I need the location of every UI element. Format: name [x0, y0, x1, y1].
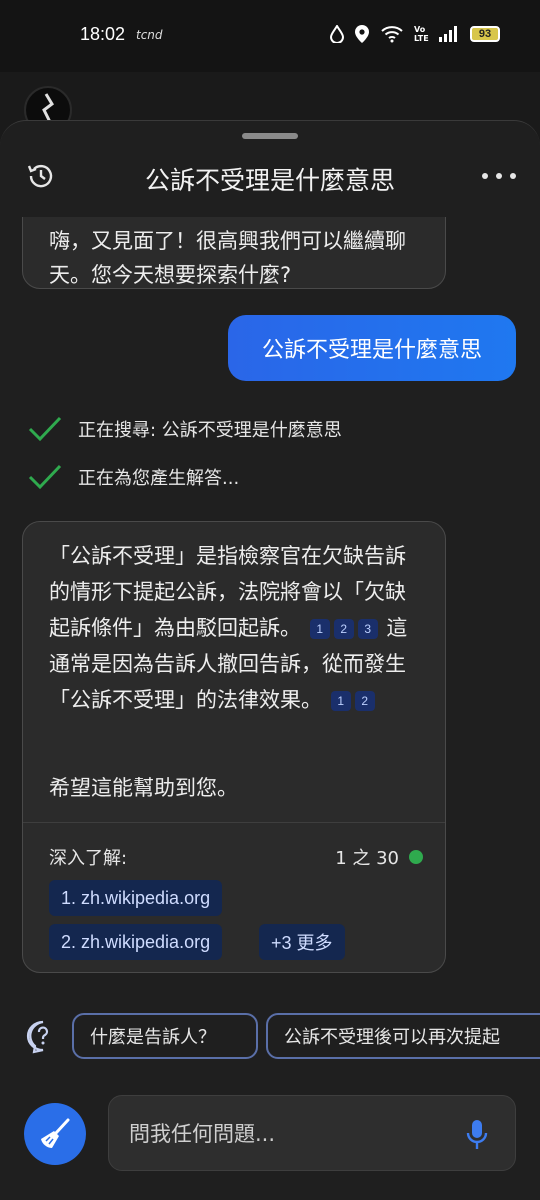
- answer-text: 「公訴不受理」是指檢察官在欠缺告訴的情形下提起公訴，法院將會以「欠缺起訴條件」為…: [49, 538, 423, 718]
- citation-badge[interactable]: 3: [357, 619, 378, 639]
- citation-badge[interactable]: 1: [330, 691, 351, 711]
- suggestion-chip-2[interactable]: 公訴不受理後可以再次提起: [266, 1013, 540, 1059]
- citation-badge[interactable]: 2: [333, 619, 354, 639]
- drag-handle[interactable]: [242, 133, 298, 139]
- bot-message-text: 嗨，又見面了！很高興我們可以繼續聊天。您今天想要探索什麼?: [49, 229, 406, 287]
- status-carrier: tcnd: [136, 28, 163, 42]
- sheet-header: 公訴不受理是什麼意思: [0, 149, 540, 205]
- mic-icon[interactable]: [465, 1118, 489, 1152]
- chat-input-box[interactable]: [108, 1095, 516, 1171]
- status-generate: 正在為您產生解答...: [28, 461, 239, 493]
- history-icon[interactable]: [26, 161, 56, 191]
- drop-icon: [330, 25, 344, 43]
- bot-message: 嗨，又見面了！很高興我們可以繼續聊天。您今天想要探索什麼?: [22, 217, 446, 289]
- chat-area[interactable]: 嗨，又見面了！很高興我們可以繼續聊天。您今天想要探索什麼? 公訴不受理是什麼意思…: [0, 217, 540, 977]
- source-link-2[interactable]: 2. zh.wikipedia.org: [49, 924, 223, 960]
- battery-icon: 93: [470, 26, 500, 42]
- learn-more-label: 深入了解:: [49, 848, 128, 869]
- suggestion-chip-1[interactable]: 什麼是告訴人？: [72, 1013, 258, 1059]
- chat-input[interactable]: [129, 1114, 449, 1154]
- user-message-text: 公訴不受理是什麼意思: [261, 338, 482, 363]
- location-icon: [355, 25, 369, 43]
- page-title: 公訴不受理是什麼意思: [144, 166, 395, 195]
- status-icons: Vo LTE 93: [330, 24, 500, 44]
- status-search-text: 正在搜尋: 公訴不受理是什麼意思: [78, 420, 342, 441]
- status-search: 正在搜尋: 公訴不受理是什麼意思: [28, 413, 342, 445]
- check-icon: [28, 464, 62, 490]
- wifi-icon: [381, 26, 403, 43]
- status-generate-text: 正在為您產生解答...: [78, 468, 240, 489]
- more-sources-button[interactable]: +3 更多: [259, 924, 345, 960]
- broom-icon: [41, 1118, 70, 1148]
- check-icon: [28, 416, 62, 442]
- volte-icon: Vo LTE: [414, 25, 429, 43]
- response-counter: 1 之 30: [335, 844, 423, 870]
- user-message: 公訴不受理是什麼意思: [228, 315, 516, 381]
- status-time: 18:02: [80, 24, 126, 44]
- citation-badge[interactable]: 1: [309, 619, 330, 639]
- answer-card: 「公訴不受理」是指檢察官在欠缺告訴的情形下提起公訴，法院將會以「欠缺起訴條件」為…: [22, 521, 446, 973]
- more-icon[interactable]: [482, 159, 516, 193]
- chat-sheet: 公訴不受理是什麼意思 嗨，又見面了！很高興我們可以繼續聊天。您今天想要探索什麼?…: [0, 120, 540, 1200]
- answer-closing: 希望這能幫助到您。: [49, 776, 238, 800]
- status-bar: 18:02 tcnd Vo LTE 93: [0, 0, 540, 72]
- suggestion-row: 什麼是告訴人？ 公訴不受理後可以再次提起: [0, 1013, 540, 1061]
- citation-badge[interactable]: 2: [354, 691, 375, 711]
- counter-text: 1 之 30: [335, 848, 399, 869]
- divider: [23, 822, 445, 823]
- status-dot: [409, 850, 423, 864]
- signal-icon: [439, 26, 457, 42]
- source-link-1[interactable]: 1. zh.wikipedia.org: [49, 880, 223, 916]
- question-bubble-icon[interactable]: [24, 1019, 62, 1055]
- new-topic-button[interactable]: [24, 1103, 86, 1165]
